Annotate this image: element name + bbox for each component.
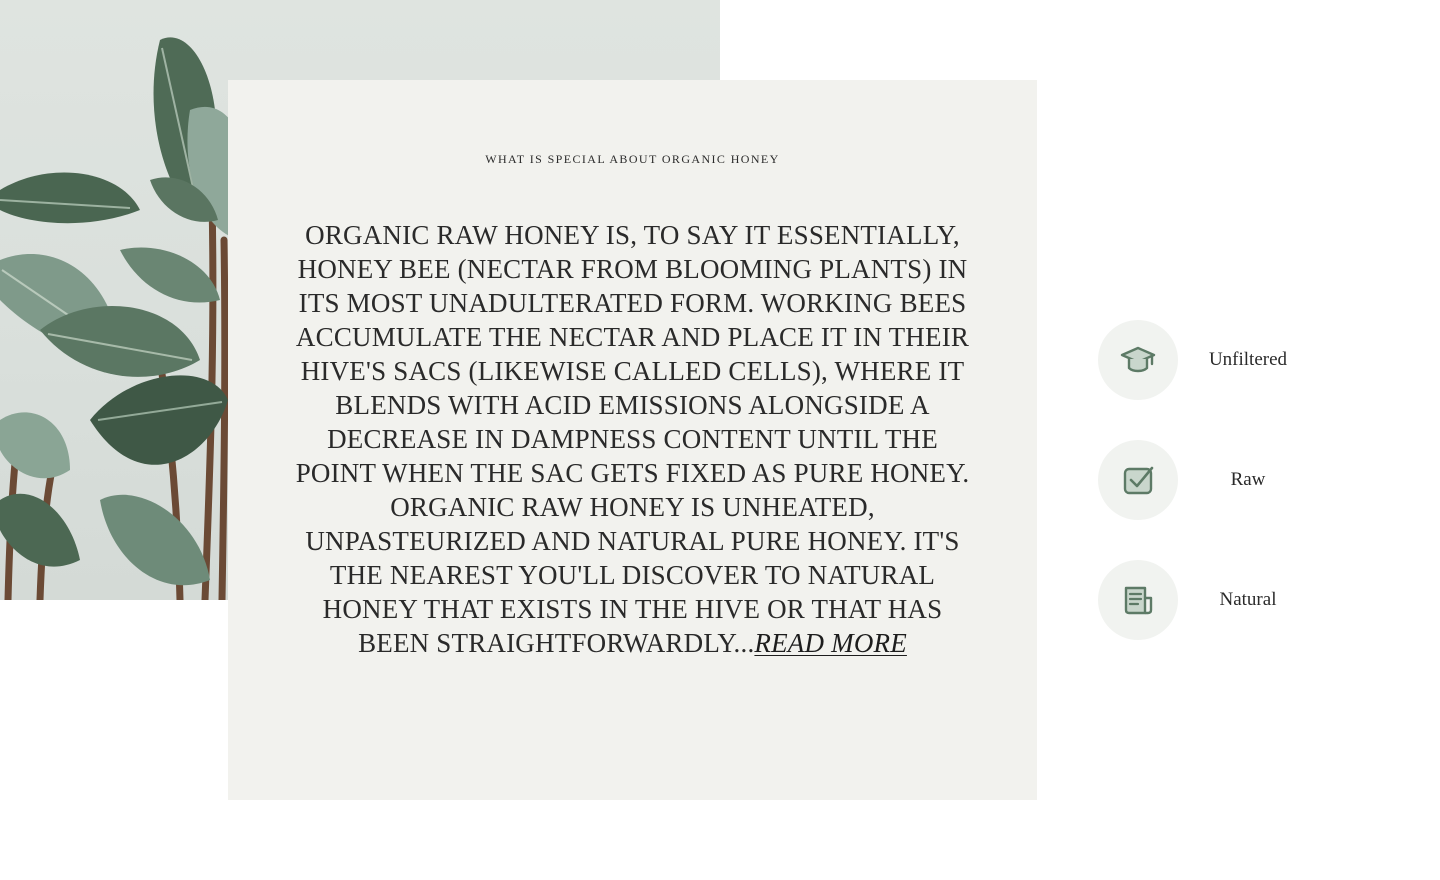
features-list: Unfiltered Raw Natural bbox=[1098, 320, 1338, 680]
newspaper-icon bbox=[1124, 586, 1153, 615]
organic-honey-card: WHAT IS SPECIAL ABOUT ORGANIC HONEY Orga… bbox=[228, 80, 1037, 800]
feature-label: Unfiltered bbox=[1208, 349, 1288, 370]
feature-icon-circle bbox=[1098, 320, 1178, 400]
section-body: Organic raw honey is, to say it essentia… bbox=[292, 218, 973, 660]
graduation-cap-icon bbox=[1120, 346, 1156, 373]
feature-label: Raw bbox=[1230, 469, 1266, 490]
feature-label: Natural bbox=[1219, 589, 1277, 610]
feature-raw: Raw bbox=[1098, 440, 1338, 520]
section-body-text: Organic raw honey is, to say it essentia… bbox=[295, 220, 970, 658]
feature-natural: Natural bbox=[1098, 560, 1338, 640]
feature-icon-circle bbox=[1098, 440, 1178, 520]
feature-unfiltered: Unfiltered bbox=[1098, 320, 1338, 400]
checkbox-icon bbox=[1123, 466, 1154, 495]
read-more-link[interactable]: Read more bbox=[754, 628, 907, 658]
feature-icon-circle bbox=[1098, 560, 1178, 640]
section-eyebrow: WHAT IS SPECIAL ABOUT ORGANIC HONEY bbox=[485, 152, 780, 166]
page: WHAT IS SPECIAL ABOUT ORGANIC HONEY Orga… bbox=[0, 0, 1440, 880]
